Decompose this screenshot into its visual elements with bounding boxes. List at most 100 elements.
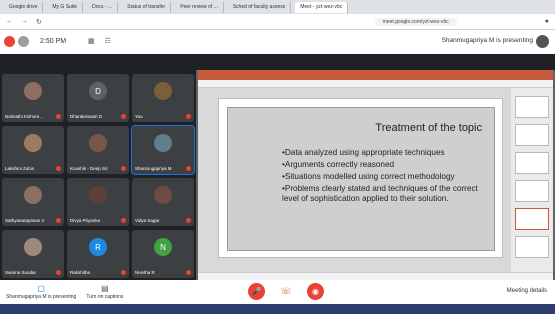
participant-name: Shanmugapriya M — [135, 166, 172, 171]
mic-off-button[interactable]: 🎤 — [248, 283, 265, 300]
bullet-item: •Problems clearly stated and techniques … — [282, 184, 478, 203]
mic-muted-icon — [121, 270, 126, 275]
presenting-indicator[interactable]: ▢ Shanmugapriya M is presenting — [6, 284, 76, 300]
ribbon — [198, 80, 553, 88]
browser-tab[interactable]: My G Suite — [47, 1, 84, 13]
url-field[interactable]: meet.google.com/yzt-wez-vbc — [374, 17, 457, 26]
participant-avatar — [24, 82, 42, 100]
slide-bullets: •Data analyzed using appropriate techniq… — [282, 148, 482, 206]
participant-avatar — [89, 134, 107, 152]
meet-header: 2:50 PM ▦ ☶ Shanmugapriya M is presentin… — [0, 30, 555, 54]
mic-muted-icon — [121, 166, 126, 171]
mic-muted-icon — [121, 218, 126, 223]
bullet-item: •Data analyzed using appropriate techniq… — [282, 148, 445, 157]
participant-avatar — [154, 186, 172, 204]
participant-tile[interactable]: You — [132, 74, 194, 122]
presentation-app: Treatment of the topic •Data analyzed us… — [198, 70, 553, 280]
participant-avatar: D — [89, 82, 107, 100]
participant-avatar — [89, 186, 107, 204]
participant-name: Divya Priyanka — [70, 218, 101, 223]
record-icon[interactable] — [4, 36, 15, 47]
browser-tab-strip: Google drive My G Suite Docs - ... Statu… — [0, 0, 555, 14]
camera-off-button[interactable]: ◉ — [307, 283, 324, 300]
presenting-status: Shanmugapriya M is presenting — [441, 37, 533, 44]
participant-name: Koushik - Deep Sri — [70, 166, 108, 171]
slide-thumbnail[interactable] — [515, 180, 549, 202]
browser-tab-active[interactable]: Meet - yzt-wez-vbc — [295, 1, 349, 13]
participant-name: Nivetha R — [135, 270, 155, 275]
participant-avatar: R — [89, 238, 107, 256]
slide-thumbnail[interactable] — [515, 152, 549, 174]
present-icon: ▢ — [37, 284, 45, 293]
participant-avatar — [24, 238, 42, 256]
participant-name: You — [135, 114, 143, 119]
app-title-bar — [198, 70, 553, 80]
participant-tile[interactable]: Shanmugapriya M — [131, 125, 195, 175]
slide-thumbnail[interactable] — [515, 124, 549, 146]
bullet-item: •Situations modelled using correct metho… — [282, 172, 455, 181]
header-mid-group: ▦ ☶ — [88, 37, 111, 45]
participant-name: Vidya Sagar — [135, 218, 160, 223]
mic-muted-icon — [186, 270, 191, 275]
slide-thumbnail[interactable] — [515, 96, 549, 118]
controls-center: 🎤 ☏ ◉ — [248, 283, 324, 300]
os-taskbar — [0, 304, 555, 314]
participant-tile[interactable]: Sathyanarayanan V — [2, 178, 64, 226]
hang-up-button[interactable]: ☏ — [275, 286, 297, 298]
participant-name: Sathyanarayanan V — [5, 218, 45, 223]
header-left-group — [4, 36, 29, 47]
participant-tile[interactable]: Lakshmi Zubin — [2, 126, 64, 174]
participant-avatar — [24, 134, 42, 152]
browser-tab[interactable]: Peer review of ... — [175, 1, 224, 13]
participant-tile[interactable]: Swarna Sundar — [2, 230, 64, 278]
slide-thumbnail-current[interactable] — [515, 208, 549, 230]
slide-heading: Treatment of the topic — [375, 122, 482, 134]
meeting-details-button[interactable]: Meeting details — [507, 288, 547, 294]
captions-icon: ▤ — [101, 284, 109, 293]
participant-name: Nalmathi Kishore... — [5, 114, 44, 119]
participant-avatar — [24, 186, 42, 204]
participant-tile[interactable]: Koushik - Deep Sri — [67, 126, 129, 174]
browser-tab[interactable]: Docs - ... — [87, 1, 119, 13]
browser-tab[interactable]: Status of transfer — [122, 1, 172, 13]
back-icon[interactable]: ← — [6, 18, 13, 25]
participant-tile[interactable]: Divya Priyanka — [67, 178, 129, 226]
participant-tile[interactable]: Vidya Sagar — [132, 178, 194, 226]
participant-tile[interactable]: R Rakshitha — [67, 230, 129, 278]
app-status-bar — [198, 272, 553, 280]
reload-icon[interactable]: ↻ — [36, 18, 42, 26]
participant-avatar — [154, 134, 172, 152]
mic-muted-icon — [56, 166, 61, 171]
participant-name: Rakshitha — [70, 270, 91, 275]
grid-icon[interactable]: ▦ — [88, 37, 95, 45]
browser-tab[interactable]: Sched of faculty assess — [228, 1, 292, 13]
mic-muted-icon — [186, 114, 191, 119]
bullet-item: •Arguments correctly reasoned — [282, 160, 395, 169]
captions-button[interactable]: ▤ Turn on captions — [86, 284, 123, 300]
people-icon[interactable]: ☶ — [105, 37, 111, 45]
participant-name: Dharakeswari D — [70, 114, 103, 119]
browser-tab[interactable]: Google drive — [4, 1, 44, 13]
participant-tile[interactable]: Nalmathi Kishore... — [2, 74, 64, 122]
participant-tile[interactable]: N Nivetha R — [132, 230, 194, 278]
forward-icon[interactable]: → — [21, 18, 28, 25]
profile-icon[interactable]: ● — [545, 18, 549, 25]
mic-muted-icon — [186, 218, 191, 223]
user-icon[interactable] — [18, 36, 29, 47]
address-bar: ← → ↻ meet.google.com/yzt-wez-vbc ● — [0, 14, 555, 30]
controls-left: ▢ Shanmugapriya M is presenting ▤ Turn o… — [6, 284, 123, 300]
slide-thumbnail[interactable] — [515, 236, 549, 258]
participant-tile[interactable]: D Dharakeswari D — [67, 74, 129, 122]
presenter-avatar — [536, 35, 549, 48]
mic-muted-icon — [56, 218, 61, 223]
slide-canvas: Treatment of the topic •Data analyzed us… — [218, 98, 503, 258]
slide-thumbnails — [511, 88, 553, 280]
clock: 2:50 PM — [40, 38, 67, 45]
mic-muted-icon — [186, 166, 191, 171]
slide-content-box: Treatment of the topic •Data analyzed us… — [227, 107, 495, 251]
participant-name: Swarna Sundar — [5, 270, 37, 275]
captions-label: Turn on captions — [86, 294, 124, 300]
presenting-label: Shanmugapriya M is presenting — [6, 294, 77, 300]
participant-name: Lakshmi Zubin — [5, 166, 35, 171]
participant-avatar: N — [154, 238, 172, 256]
